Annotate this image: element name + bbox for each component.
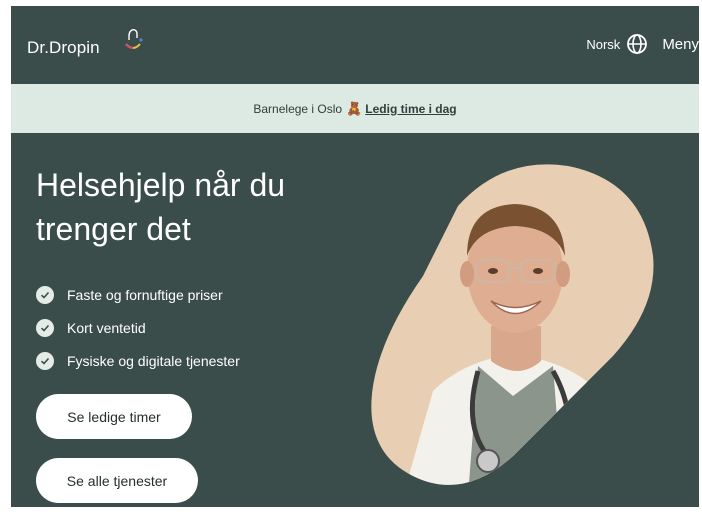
feature-item: Fysiske og digitale tjenester [36, 344, 240, 377]
feature-item: Faste og fornuftige priser [36, 278, 240, 311]
check-circle-icon [36, 318, 54, 337]
see-all-services-button[interactable]: Se alle tjenester [36, 458, 198, 503]
feature-text: Faste og fornuftige priser [67, 286, 223, 303]
menu-button[interactable]: Meny [662, 36, 699, 53]
see-available-times-button[interactable]: Se ledige timer [36, 394, 192, 439]
teddy-bear-icon: 🧸 [346, 100, 363, 116]
feature-item: Kort ventetid [36, 311, 240, 344]
feature-list: Faste og fornuftige priser Kort ventetid… [36, 278, 240, 377]
page: Dr.Dropin Norsk Meny Barnelege i Oslo 🧸 … [11, 6, 699, 507]
site-header: Dr.Dropin Norsk Meny [11, 6, 699, 84]
logo[interactable]: Dr.Dropin [27, 24, 147, 64]
check-circle-icon [36, 351, 54, 370]
check-circle-icon [36, 285, 54, 304]
banner-link[interactable]: Ledig time i dag [365, 102, 456, 116]
hero-title: Helsehjelp når du trenger det [36, 167, 286, 247]
logo-text: Dr.Dropin [27, 38, 100, 57]
feature-text: Fysiske og digitale tjenester [67, 352, 240, 369]
logo-mark-icon [125, 29, 143, 49]
banner-text: Barnelege i Oslo [253, 101, 343, 116]
language-selector[interactable]: Norsk [586, 37, 620, 52]
feature-text: Kort ventetid [67, 319, 146, 336]
header-nav: Norsk Meny [586, 32, 699, 56]
doctor-photo [371, 164, 654, 485]
globe-icon[interactable] [626, 33, 648, 55]
announcement-banner: Barnelege i Oslo 🧸 Ledig time i dag [11, 84, 699, 133]
